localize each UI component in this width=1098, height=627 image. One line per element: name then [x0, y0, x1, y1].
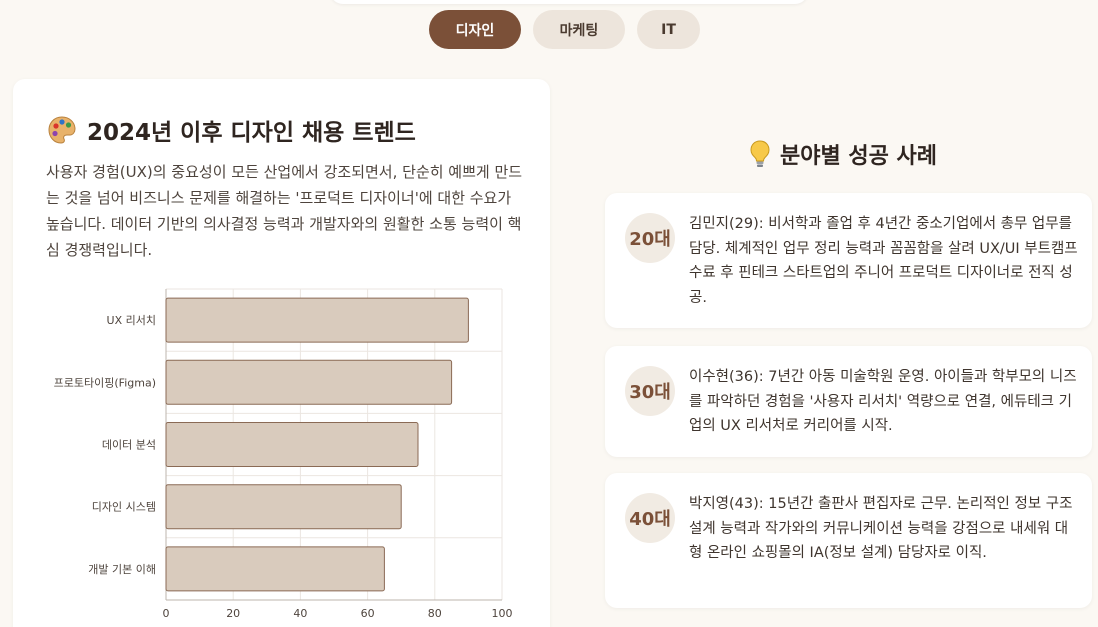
- age-badge: 30대: [625, 366, 675, 416]
- bar: [165, 297, 469, 343]
- case-text: 박지영(43): 15년간 출판사 편집자로 근무. 논리적인 정보 구조 설계…: [689, 496, 1073, 561]
- bar: [165, 359, 453, 405]
- case-text: 김민지(29): 비서학과 졸업 후 4년간 중소기업에서 총무 업무를 담당.…: [689, 216, 1078, 306]
- x-tick-label: 100: [492, 607, 513, 620]
- age-badge: 20대: [625, 213, 675, 263]
- x-tick-label: 40: [293, 607, 307, 620]
- case-text: 이수현(36): 7년간 아동 미술학원 운영. 아이들과 학부모의 니즈를 파…: [689, 369, 1077, 434]
- x-tick-label: 20: [226, 607, 240, 620]
- success-title-row: 분야별 성공 사례: [748, 138, 937, 170]
- category-tick-label: 프로토타이핑(Figma): [54, 376, 156, 389]
- x-tick-label: 60: [361, 607, 375, 620]
- category-tick-label: 데이터 분석: [102, 439, 156, 452]
- category-tick-label: 개발 기본 이해: [88, 562, 156, 576]
- case-card-30s: 30대 이수현(36): 7년간 아동 미술학원 운영. 아이들과 학부모의 니…: [605, 346, 1092, 457]
- lightbulb-icon: [748, 139, 772, 169]
- case-card-40s: 40대 박지영(43): 15년간 출판사 편집자로 근무. 논리적인 정보 구…: [605, 473, 1092, 608]
- x-tick-label: 0: [163, 607, 170, 620]
- bar: [165, 546, 385, 592]
- success-title: 분야별 성공 사례: [780, 144, 937, 169]
- category-tick-label: 디자인 시스템: [92, 501, 156, 514]
- x-tick-label: 80: [428, 607, 442, 620]
- bar: [165, 422, 419, 467]
- bar: [165, 484, 402, 530]
- case-card-20s: 20대 김민지(29): 비서학과 졸업 후 4년간 중소기업에서 총무 업무를…: [605, 193, 1092, 328]
- category-tick-label: UX 리서치: [107, 314, 156, 327]
- age-badge: 40대: [625, 493, 675, 543]
